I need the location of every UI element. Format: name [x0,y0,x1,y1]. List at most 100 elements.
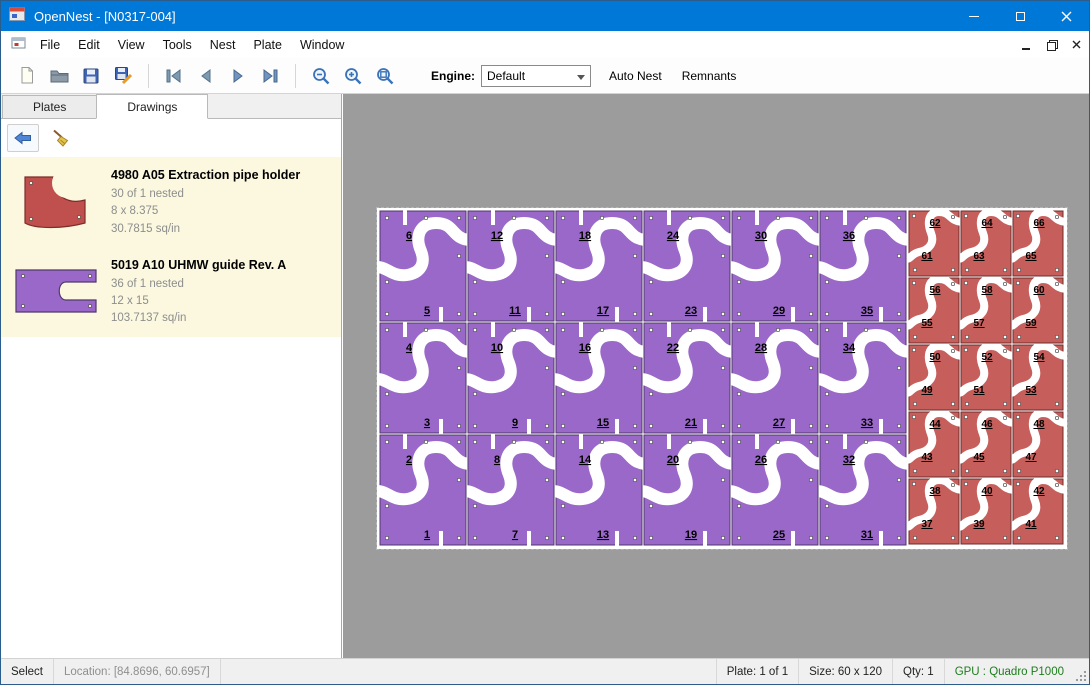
broom-icon [50,128,72,148]
app-icon [9,7,26,25]
mdi-child-icon [11,36,27,53]
svg-text:13: 13 [597,529,609,541]
purple-part-pair[interactable]: 36 35 [819,210,907,322]
menu-item-window[interactable]: Window [291,33,353,57]
new-button[interactable] [11,61,43,91]
clear-button[interactable] [45,124,77,152]
open-button[interactable] [43,61,75,91]
red-part-pair[interactable]: 52 51 [960,344,1012,411]
list-item[interactable]: 4980 A05 Extraction pipe holder 30 of 1 … [1,157,341,247]
mdi-restore-button[interactable] [1039,34,1063,55]
side-panel: Plates Drawings 4980 A05 Extraction pipe… [1,94,342,658]
remnants-button[interactable]: Remnants [672,63,747,89]
nav-last-button[interactable] [254,61,286,91]
purple-part-pair[interactable]: 14 13 [555,434,643,546]
svg-text:27: 27 [773,417,785,429]
red-part-pair[interactable]: 38 37 [908,478,960,545]
zoom-in-button[interactable] [337,61,369,91]
svg-text:24: 24 [667,230,680,242]
purple-part-pair[interactable]: 24 23 [643,210,731,322]
mdi-close-button[interactable] [1064,34,1088,55]
nav-next-button[interactable] [222,61,254,91]
red-part-pair[interactable]: 56 55 [908,277,960,344]
purple-part-pair[interactable]: 22 21 [643,322,731,434]
purple-part-pair[interactable]: 26 25 [731,434,819,546]
purple-part-pair[interactable]: 4 3 [379,322,467,434]
zoom-fit-button[interactable] [369,61,401,91]
red-part-pair[interactable]: 54 53 [1012,344,1064,411]
red-part-pair[interactable]: 60 59 [1012,277,1064,344]
red-part-pair[interactable]: 44 43 [908,411,960,478]
svg-text:64: 64 [981,218,993,229]
svg-text:6: 6 [406,230,412,242]
menu-item-edit[interactable]: Edit [69,33,109,57]
drawing-title: 4980 A05 Extraction pipe holder [111,168,300,182]
maximize-button[interactable] [997,1,1043,31]
purple-part-pair[interactable]: 16 15 [555,322,643,434]
resize-grip[interactable] [1074,659,1089,684]
purple-part-pair[interactable]: 32 31 [819,434,907,546]
menu-item-file[interactable]: File [31,33,69,57]
svg-text:53: 53 [1025,385,1037,396]
svg-text:45: 45 [973,452,985,463]
mdi-minimize-icon [1022,48,1030,50]
svg-text:31: 31 [861,529,873,541]
red-part-pair[interactable]: 62 61 [908,210,960,277]
drawing-size: 8 x 8.375 [111,203,300,220]
auto-nest-button[interactable]: Auto Nest [599,63,672,89]
svg-text:22: 22 [667,342,679,354]
red-part-pair[interactable]: 66 65 [1012,210,1064,277]
nest-canvas[interactable]: 6 5 12 11 18 17 24 23 30 29 36 35 4 3 10… [343,94,1089,658]
drawing-info: 5019 A10 UHMW guide Rev. A 36 of 1 neste… [111,256,286,328]
mdi-minimize-button[interactable] [1014,34,1038,55]
purple-part-pair[interactable]: 30 29 [731,210,819,322]
purple-part-pair[interactable]: 34 33 [819,322,907,434]
menu-item-plate[interactable]: Plate [244,33,291,57]
red-part-pair[interactable]: 48 47 [1012,411,1064,478]
save-as-button[interactable] [107,61,139,91]
engine-select[interactable]: Default [481,65,591,87]
svg-text:60: 60 [1033,285,1045,296]
svg-text:43: 43 [921,452,933,463]
purple-part-pair[interactable]: 10 9 [467,322,555,434]
menu-item-view[interactable]: View [109,33,154,57]
svg-text:11: 11 [509,305,521,317]
svg-text:42: 42 [1033,486,1045,497]
back-arrow-icon [12,129,34,147]
menu-item-tools[interactable]: Tools [154,33,201,57]
red-part-pair[interactable]: 40 39 [960,478,1012,545]
red-part-pair[interactable]: 64 63 [960,210,1012,277]
tab-plates[interactable]: Plates [2,95,97,118]
purple-part-pair[interactable]: 2 1 [379,434,467,546]
nav-first-button[interactable] [158,61,190,91]
return-parts-button[interactable] [7,124,39,152]
purple-part-pair[interactable]: 28 27 [731,322,819,434]
title-bar: OpenNest - [N0317-004] [1,1,1089,31]
svg-text:55: 55 [921,318,933,329]
nav-previous-button[interactable] [190,61,222,91]
plate-sheet[interactable]: 6 5 12 11 18 17 24 23 30 29 36 35 4 3 10… [377,208,1067,549]
purple-part-pair[interactable]: 8 7 [467,434,555,546]
tab-drawings[interactable]: Drawings [96,94,208,119]
close-button[interactable] [1043,1,1089,31]
engine-selected-value: Default [487,69,525,83]
save-button[interactable] [75,61,107,91]
svg-text:29: 29 [773,305,785,317]
svg-text:20: 20 [667,454,679,466]
red-part-pair[interactable]: 58 57 [960,277,1012,344]
red-part-pair[interactable]: 46 45 [960,411,1012,478]
red-part-pair[interactable]: 50 49 [908,344,960,411]
purple-part-pair[interactable]: 20 19 [643,434,731,546]
purple-part-pair[interactable]: 6 5 [379,210,467,322]
svg-text:52: 52 [981,352,993,363]
purple-part-pair[interactable]: 18 17 [555,210,643,322]
drawing-title: 5019 A10 UHMW guide Rev. A [111,258,286,272]
purple-part-pair[interactable]: 12 11 [467,210,555,322]
list-item[interactable]: 5019 A10 UHMW guide Rev. A 36 of 1 neste… [1,247,341,337]
svg-text:50: 50 [929,352,941,363]
minimize-button[interactable] [951,1,997,31]
red-part-pair[interactable]: 42 41 [1012,478,1064,545]
zoom-out-button[interactable] [305,61,337,91]
menu-item-nest[interactable]: Nest [201,33,245,57]
svg-text:7: 7 [512,529,518,541]
